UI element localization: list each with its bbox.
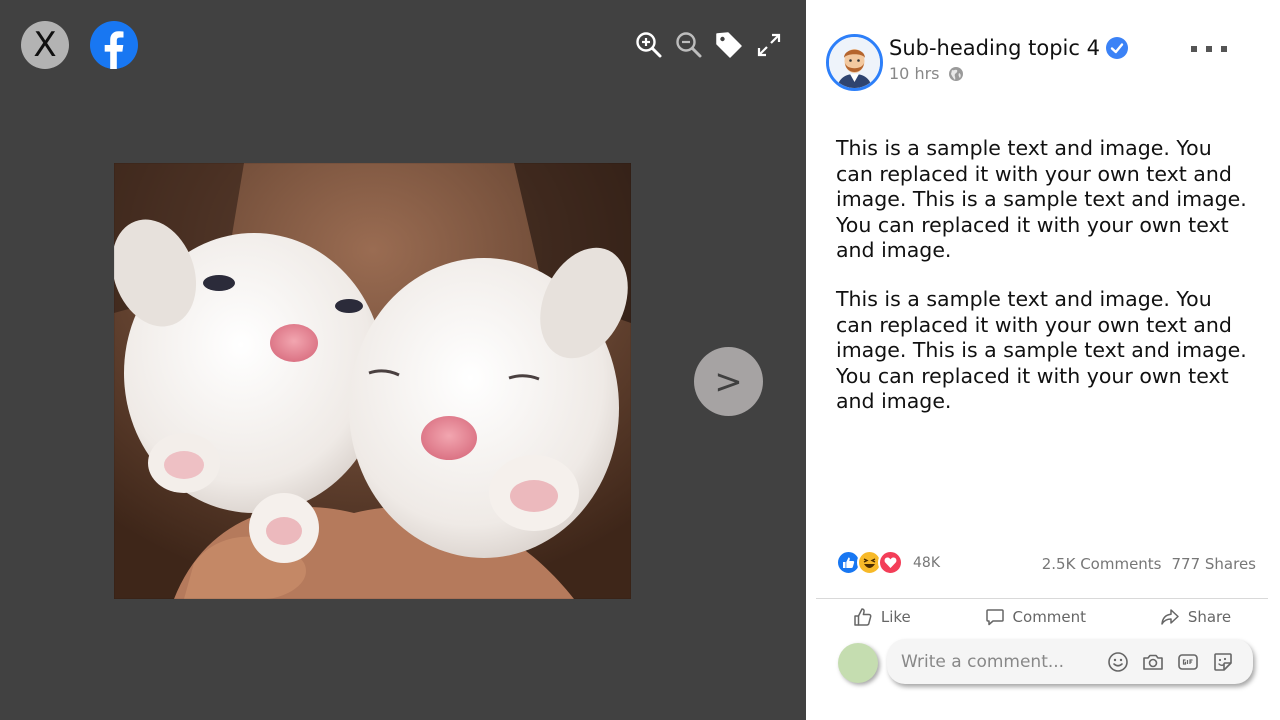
emoji-icon[interactable] (1106, 650, 1130, 674)
comment-input[interactable] (901, 651, 1101, 672)
photo-viewer: X > (0, 0, 806, 720)
post-timestamp[interactable]: 10 hrs (889, 64, 940, 83)
love-reaction-icon (878, 550, 903, 575)
user-avatar-icon (829, 37, 880, 88)
post-photo[interactable] (114, 163, 631, 599)
like-button[interactable]: Like (845, 604, 919, 630)
comment-composer (887, 639, 1253, 684)
sticker-icon[interactable] (1211, 650, 1235, 674)
camera-icon[interactable] (1141, 650, 1165, 674)
avatar[interactable] (826, 34, 883, 91)
shares-count[interactable]: 777 Shares (1172, 555, 1257, 573)
share-label: Share (1187, 608, 1232, 626)
like-label: Like (880, 608, 911, 626)
comment-icon (985, 609, 1004, 626)
close-icon: X (33, 25, 57, 65)
globe-icon (948, 66, 963, 81)
gif-icon[interactable] (1176, 650, 1200, 674)
share-button[interactable]: Share (1152, 604, 1239, 630)
divider (816, 598, 1268, 599)
chevron-right-icon: > (714, 361, 743, 402)
expand-icon (757, 33, 781, 57)
tag-icon (716, 32, 742, 58)
next-photo-button[interactable]: > (694, 347, 763, 416)
post-panel: Sub-heading topic 4 10 hrs This is a sam… (806, 0, 1280, 720)
comments-count[interactable]: 2.5K Comments (1042, 555, 1162, 573)
facebook-logo-icon[interactable] (90, 21, 138, 69)
post-paragraph: This is a sample text and image. You can… (836, 136, 1247, 263)
comment-button[interactable]: Comment (977, 604, 1095, 630)
commenter-avatar[interactable] (838, 643, 878, 683)
post-stats: 2.5K Comments 777 Shares (1042, 555, 1256, 573)
tag-button[interactable] (714, 30, 744, 60)
fullscreen-button[interactable] (754, 30, 784, 60)
post-actions: Like Comment Share (816, 604, 1268, 630)
post-meta: 10 hrs (889, 64, 964, 83)
page-title[interactable]: Sub-heading topic 4 (889, 36, 1100, 60)
zoom-out-button[interactable] (674, 30, 704, 60)
more-dot-icon (1191, 46, 1197, 52)
zoom-out-icon (676, 32, 702, 58)
zoom-in-button[interactable] (634, 30, 664, 60)
post-body: This is a sample text and image. You can… (836, 136, 1250, 438)
viewer-toolbar (634, 30, 784, 60)
post-paragraph: This is a sample text and image. You can… (836, 286, 1247, 414)
more-dot-icon (1206, 46, 1212, 52)
comment-tools (1106, 650, 1235, 674)
reaction-count: 48K (913, 554, 940, 571)
verified-badge-icon (1105, 37, 1128, 59)
thumbs-up-icon (854, 608, 872, 626)
reactions-summary[interactable]: 48K (836, 550, 940, 575)
comment-label: Comment (1012, 608, 1087, 626)
zoom-in-icon (636, 32, 662, 58)
post-header: Sub-heading topic 4 (889, 36, 1128, 60)
close-button[interactable]: X (21, 21, 69, 69)
share-icon (1161, 609, 1179, 625)
puppies-image (114, 163, 631, 599)
more-options-button[interactable] (1191, 46, 1227, 52)
more-dot-icon (1221, 46, 1227, 52)
